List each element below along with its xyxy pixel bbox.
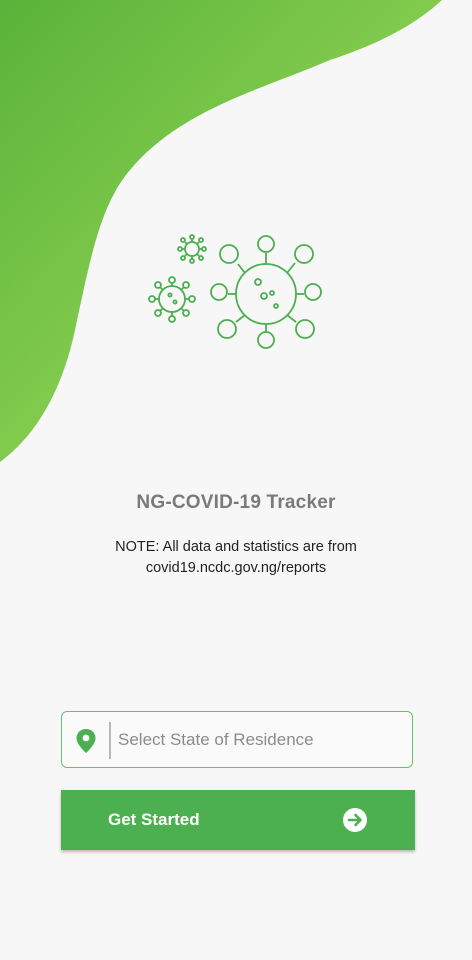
get-started-label: Get Started: [108, 810, 200, 829]
virus-icon: [148, 234, 322, 349]
state-select[interactable]: Select State of Residence: [61, 711, 413, 768]
select-divider: [109, 722, 111, 759]
get-started-button[interactable]: Get Started: [61, 790, 415, 850]
state-select-placeholder: Select State of Residence: [118, 730, 314, 749]
location-pin-icon: [76, 729, 96, 753]
data-source-note: NOTE: All data and statistics are from c…: [115, 539, 357, 576]
app-title: NG-COVID-19 Tracker: [136, 492, 336, 513]
arrow-right-circle-icon: [343, 808, 367, 832]
